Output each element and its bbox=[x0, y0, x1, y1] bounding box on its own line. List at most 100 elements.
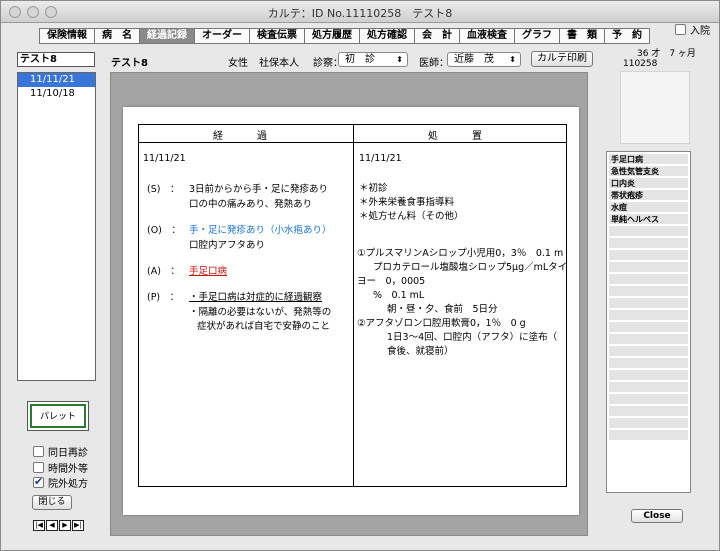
print-karte-button[interactable]: カルテ印刷 bbox=[531, 51, 593, 67]
record-page: 経 過 処 置 11/11/21 (S) ： 3日前からから手・足に発疹あり 口… bbox=[123, 107, 579, 515]
tab-documents[interactable]: 書 類 bbox=[559, 28, 604, 44]
karte-window: カルテ：ID No.11110258 テスト8 保険情報 病 名 経過記録 オー… bbox=[0, 0, 720, 551]
outside-prescription-label: 院外処方 bbox=[48, 479, 88, 490]
empty-row bbox=[609, 274, 688, 286]
outside-prescription-box[interactable] bbox=[33, 475, 44, 488]
record-view: 経 過 処 置 11/11/21 (S) ： 3日前からから手・足に発疹あり 口… bbox=[110, 72, 588, 536]
same-day-revisit-checkbox[interactable]: 同日再診 bbox=[33, 444, 88, 459]
tab-graph[interactable]: グラフ bbox=[514, 28, 559, 44]
last-record-icon[interactable]: ▶| bbox=[72, 520, 84, 531]
admission-checkbox-box[interactable] bbox=[675, 24, 686, 35]
empty-row bbox=[609, 346, 688, 358]
tab-bar: 保険情報 病 名 経過記録 オーダー 検査伝票 処方履歴 処方確認 会 計 血液… bbox=[39, 28, 650, 45]
tab-appointment[interactable]: 予 約 bbox=[604, 28, 650, 44]
empty-row bbox=[609, 358, 688, 370]
treatment-line: ＊処方せん料（その他） bbox=[359, 211, 464, 222]
window-title: カルテ：ID No.11110258 テスト8 bbox=[267, 7, 453, 20]
title-bar: カルテ：ID No.11110258 テスト8 bbox=[1, 1, 719, 23]
after-hours-box[interactable] bbox=[33, 462, 44, 473]
admission-label: 入院 bbox=[690, 26, 710, 37]
empty-row bbox=[609, 298, 688, 310]
list-item[interactable]: 帯状疱疹 bbox=[609, 190, 688, 202]
prev-record-icon[interactable]: ◀ bbox=[46, 520, 58, 531]
soap-text: 口腔内アフタあり bbox=[189, 240, 266, 251]
empty-row bbox=[609, 382, 688, 394]
tab-insurance[interactable]: 保険情報 bbox=[39, 28, 94, 44]
record-table: 経 過 処 置 11/11/21 (S) ： 3日前からから手・足に発疹あり 口… bbox=[138, 124, 567, 487]
tab-progress-record[interactable]: 経過記録 bbox=[139, 28, 194, 44]
empty-row bbox=[609, 250, 688, 262]
empty-row bbox=[609, 238, 688, 250]
soap-tag-s: (S) ： bbox=[147, 184, 180, 195]
doctor-select[interactable]: 近藤 茂 ⬍ bbox=[447, 52, 521, 67]
soap-tag-o: (O) ： bbox=[147, 225, 181, 236]
outside-prescription-checkbox[interactable]: 院外処方 bbox=[33, 475, 88, 490]
list-item[interactable]: 手足口病 bbox=[609, 154, 688, 166]
treatment-line: ＊初診 bbox=[359, 183, 388, 194]
treatment-line: % 0.1 mL bbox=[373, 290, 425, 301]
diagnosis-list[interactable]: 手足口病 急性気管支炎 口内炎 帯状疱疹 水痘 単純ヘルペス bbox=[606, 151, 691, 493]
tab-prescription-history[interactable]: 処方履歴 bbox=[304, 28, 359, 44]
palette-button-label: パレット bbox=[30, 404, 86, 428]
empty-row bbox=[609, 370, 688, 382]
soap-text: 手・足に発疹あり（小水疱あり） bbox=[189, 225, 332, 236]
updown-arrow-icon: ⬍ bbox=[396, 55, 403, 64]
progress-date: 11/11/21 bbox=[143, 153, 186, 164]
soap-text: ・手足口病は対症的に経過観察 bbox=[189, 292, 323, 303]
admission-checkbox[interactable]: 入院 bbox=[675, 22, 710, 37]
treatment-line: プロカテロール塩酸塩シロップ5μg／mLタイ bbox=[373, 262, 567, 273]
close-record-button[interactable]: 閉じる bbox=[32, 495, 72, 510]
list-item[interactable]: 急性気管支炎 bbox=[609, 166, 688, 178]
tab-prescription-check[interactable]: 処方確認 bbox=[359, 28, 414, 44]
patient-photo bbox=[620, 71, 690, 144]
palette-button[interactable]: パレット bbox=[27, 401, 89, 431]
same-day-revisit-box[interactable] bbox=[33, 446, 44, 457]
list-item[interactable]: 単純ヘルペス bbox=[609, 214, 688, 226]
treatment-line: ヨー 0，0005 bbox=[357, 276, 426, 287]
patient-age: 36 才 7 ヶ月 bbox=[637, 49, 696, 59]
visit-type-select[interactable]: 初 診 ⬍ bbox=[338, 52, 408, 67]
close-button[interactable]: Close bbox=[631, 509, 683, 523]
empty-row bbox=[609, 334, 688, 346]
patient-name-box: テスト8 bbox=[17, 52, 95, 67]
progress-column-header: 経 過 bbox=[213, 131, 279, 142]
treatment-line: 朝・昼・夕、食前 5日分 bbox=[387, 304, 498, 315]
visit-type-value: 初 診 bbox=[345, 54, 375, 65]
empty-row bbox=[609, 394, 688, 406]
empty-row bbox=[609, 406, 688, 418]
tab-order[interactable]: オーダー bbox=[194, 28, 249, 44]
empty-row bbox=[609, 310, 688, 322]
list-item[interactable]: 口内炎 bbox=[609, 178, 688, 190]
patient-name: テスト8 bbox=[111, 58, 148, 69]
treatment-line: ②アフタゾロン口腔用軟膏0，1％ 0 g bbox=[357, 318, 526, 329]
record-navigation: |◀ ◀ ▶ ▶| bbox=[33, 520, 85, 531]
tab-billing[interactable]: 会 計 bbox=[414, 28, 459, 44]
empty-row bbox=[609, 286, 688, 298]
visit-date-list[interactable]: 11/11/21 11/10/18 bbox=[17, 72, 96, 381]
empty-row bbox=[609, 226, 688, 238]
patient-sex: 女性 bbox=[228, 58, 248, 69]
tab-disease[interactable]: 病 名 bbox=[94, 28, 139, 44]
updown-arrow-icon: ⬍ bbox=[509, 55, 516, 64]
next-record-icon[interactable]: ▶ bbox=[59, 520, 71, 531]
patient-insurance: 社保本人 bbox=[259, 58, 299, 69]
list-item[interactable]: 11/11/21 bbox=[18, 73, 95, 87]
treatment-column-header: 処 置 bbox=[428, 131, 494, 142]
same-day-revisit-label: 同日再診 bbox=[48, 448, 88, 459]
first-record-icon[interactable]: |◀ bbox=[33, 520, 45, 531]
header-divider bbox=[139, 142, 566, 143]
soap-text: 口の中の痛みあり、発熱あり bbox=[189, 199, 313, 210]
empty-row bbox=[609, 322, 688, 334]
tab-blood-test[interactable]: 血液検査 bbox=[459, 28, 514, 44]
list-item[interactable]: 11/10/18 bbox=[18, 87, 95, 101]
prescription-block: ①プルスマリンAシロップ小児用0，3％ 0.1 m プロカテロール塩酸塩シロップ… bbox=[355, 245, 567, 355]
patient-id: 110258 bbox=[623, 59, 658, 69]
soap-text: 症状があれば自宅で安静のこと bbox=[197, 321, 331, 332]
empty-row bbox=[609, 418, 688, 430]
doctor-value: 近藤 茂 bbox=[454, 54, 494, 65]
soap-tag-p: (P) ： bbox=[147, 292, 180, 303]
list-item[interactable]: 水痘 bbox=[609, 202, 688, 214]
after-hours-checkbox[interactable]: 時間外等 bbox=[33, 460, 88, 475]
empty-row bbox=[609, 430, 688, 442]
tab-lab-slip[interactable]: 検査伝票 bbox=[249, 28, 304, 44]
